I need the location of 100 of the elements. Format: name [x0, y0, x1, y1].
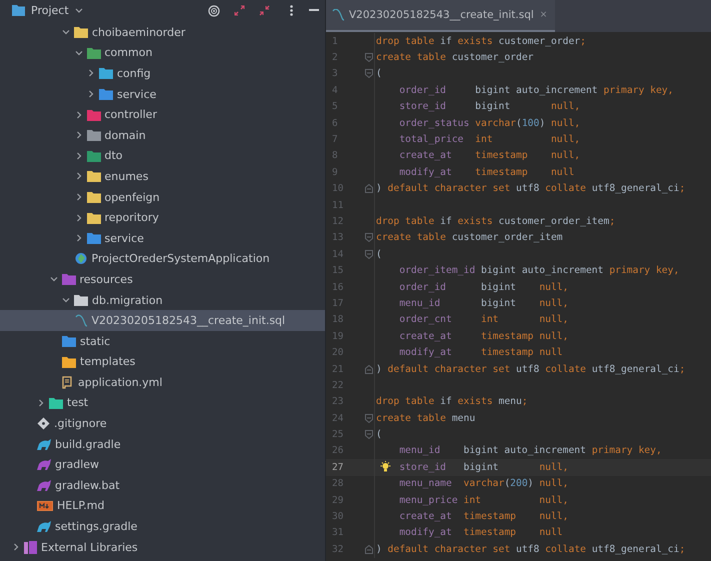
column-name: total_price: [399, 134, 464, 146]
tree-item[interactable]: HELP.md: [0, 496, 325, 516]
line-number: 30: [331, 511, 344, 522]
tree-item[interactable]: templates: [0, 352, 325, 372]
column-name: create_at: [399, 511, 452, 522]
expand-icon[interactable]: [234, 5, 245, 16]
tree-item[interactable]: V20230205182543__create_init.sql: [0, 310, 325, 331]
tree-item[interactable]: choibaeminorder: [0, 22, 325, 43]
line-number: 19: [331, 330, 344, 342]
keyword: null,: [539, 282, 568, 293]
item-label: dto: [104, 149, 123, 162]
tree-item[interactable]: ProjectOrederSystemApplication: [0, 248, 325, 270]
chevron-down-icon[interactable]: [62, 296, 70, 304]
folder-icon: [12, 5, 25, 16]
keyword: timestamp null: [480, 347, 563, 358]
line-number: 23: [331, 396, 344, 408]
line-number: 32: [331, 544, 344, 555]
chevron-right-icon[interactable]: [87, 69, 95, 78]
tree-item[interactable]: External Libraries: [0, 536, 325, 558]
chevron-right-icon[interactable]: [87, 90, 95, 98]
chevron-down-icon[interactable]: [74, 8, 83, 14]
tree-item[interactable]: static: [0, 330, 325, 352]
diamond-icon: [37, 417, 50, 430]
column-name: menu_id: [399, 445, 440, 456]
column-name: modify_at: [399, 347, 452, 358]
tree-item[interactable]: .gitignore: [0, 413, 325, 434]
tree-item[interactable]: settings.gradle: [0, 516, 325, 537]
item-label: templates: [80, 355, 136, 368]
more-icon[interactable]: [290, 5, 293, 16]
identifier: bigint auto_increment: [474, 84, 599, 96]
item-label: test: [67, 396, 88, 410]
identifier: utf8_general_ci: [592, 544, 680, 555]
lightbulb-icon[interactable]: [380, 461, 391, 474]
identifier: ): [376, 544, 383, 555]
number-literal: 200: [510, 478, 528, 490]
line-number: 26: [331, 445, 344, 456]
chevron-right-icon[interactable]: [12, 543, 20, 552]
item-label: External Libraries: [41, 540, 138, 554]
item-label: HELP.md: [57, 499, 104, 512]
panel-title[interactable]: Project: [31, 4, 69, 17]
tree-item[interactable]: service: [0, 228, 325, 249]
identifier: bigint auto_increment: [462, 445, 587, 456]
item-label: resources: [80, 272, 133, 286]
chevron-right-icon[interactable]: [74, 214, 82, 222]
identifier: (: [376, 429, 382, 440]
keyword: ;: [522, 396, 528, 408]
identifier: menu: [452, 412, 476, 424]
tree-item[interactable]: test: [0, 392, 325, 414]
chevron-right-icon[interactable]: [74, 172, 82, 180]
item-label: static: [80, 334, 110, 348]
line-number: 27: [331, 462, 344, 473]
column-name: store_id: [399, 101, 446, 112]
tree-item[interactable]: openfeign: [0, 186, 325, 208]
chevron-down-icon[interactable]: [74, 48, 82, 57]
tree-item[interactable]: enumes: [0, 166, 325, 187]
column-name: order_status: [399, 118, 470, 129]
line-number: 20: [331, 347, 344, 358]
identifier: if: [440, 396, 453, 408]
tree-item[interactable]: common: [0, 42, 325, 64]
item-label: common: [104, 46, 152, 60]
chevron-right-icon[interactable]: [37, 398, 45, 407]
keyword: null,: [539, 462, 568, 473]
file-icon: [74, 314, 88, 328]
chevron-right-icon[interactable]: [74, 193, 82, 202]
tree-item[interactable]: gradlew: [0, 454, 325, 476]
target-icon[interactable]: [208, 4, 220, 16]
identifier: customer_order: [452, 52, 534, 64]
keyword: int null,: [480, 314, 568, 326]
chevron-down-icon[interactable]: [50, 275, 58, 284]
keyword: timestamp null,: [462, 511, 568, 522]
chevron-right-icon[interactable]: [74, 234, 82, 242]
chevron-right-icon[interactable]: [74, 110, 82, 119]
tree-item[interactable]: db.migration: [0, 290, 325, 310]
editor-tab[interactable]: V20230205182543__create_init.sql ×: [326, 0, 556, 32]
tree-item[interactable]: config: [0, 63, 325, 84]
tree-item[interactable]: application.yml: [0, 372, 325, 393]
tree-item[interactable]: build.gradle: [0, 434, 325, 454]
identifier: utf8_general_ci: [592, 364, 680, 374]
keyword: varchar: [462, 478, 504, 490]
tree-item[interactable]: service: [0, 84, 325, 104]
minimize-icon[interactable]: [309, 9, 319, 12]
tree-item[interactable]: resources: [0, 269, 325, 290]
tree-item[interactable]: dto: [0, 146, 325, 166]
chevron-right-icon[interactable]: [74, 152, 82, 160]
tree-item[interactable]: controller: [0, 104, 325, 125]
line-number: 13: [331, 232, 344, 244]
column-name: order_id: [399, 282, 446, 293]
chevron-right-icon[interactable]: [74, 131, 82, 140]
item-label: enumes: [104, 170, 148, 183]
keyword: drop table: [376, 36, 436, 47]
chevron-down-icon[interactable]: [62, 28, 70, 36]
column-name: menu_price: [399, 494, 458, 506]
tree-item[interactable]: reporitory: [0, 207, 325, 228]
tree-item[interactable]: gradlew.bat: [0, 475, 325, 496]
keyword: primary key,: [603, 84, 674, 96]
collapse-icon[interactable]: [259, 5, 270, 16]
file-icon: [62, 376, 74, 389]
tree-item[interactable]: domain: [0, 124, 325, 146]
item-label: config: [117, 66, 151, 80]
keyword: default character set: [388, 183, 512, 194]
